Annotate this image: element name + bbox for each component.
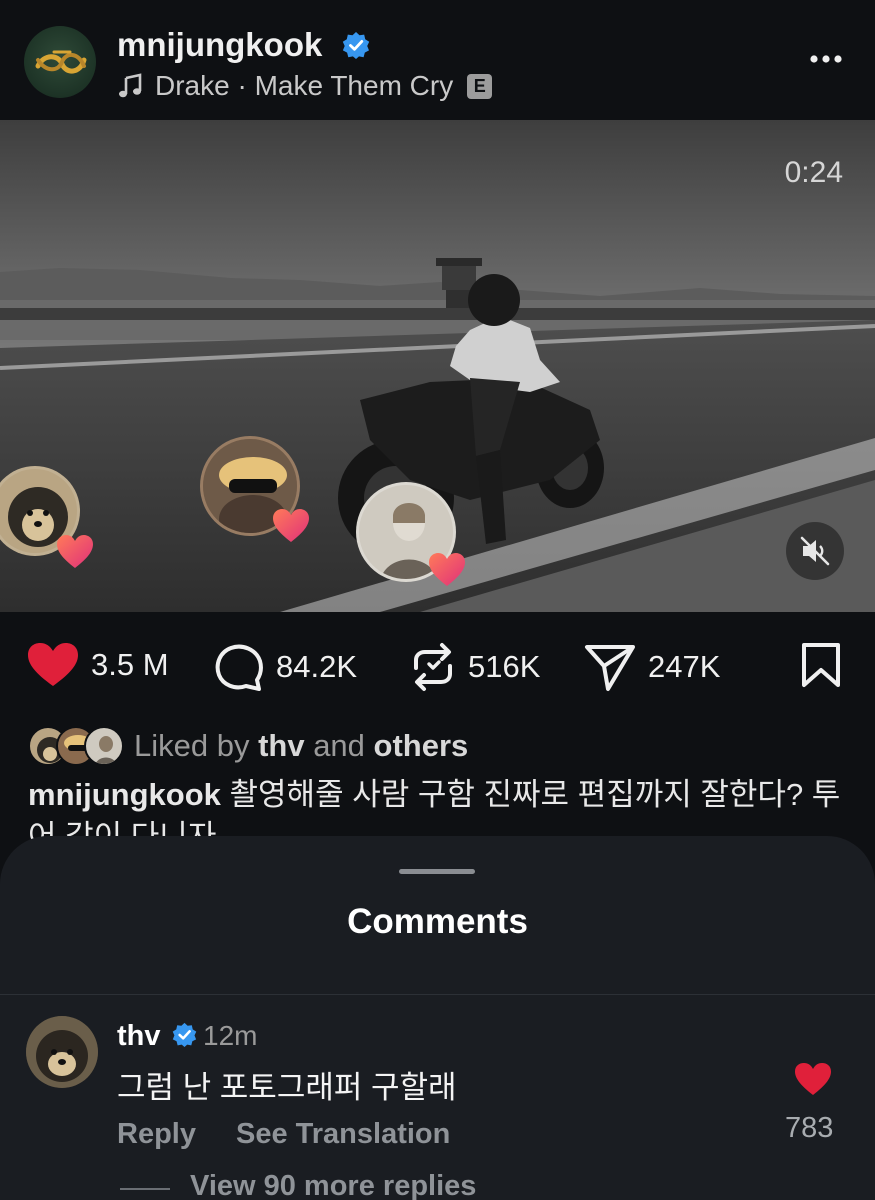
heart-filled-icon	[28, 643, 78, 686]
share-action[interactable]: 247K	[584, 642, 720, 692]
mute-button[interactable]	[786, 522, 844, 580]
verified-badge-icon	[172, 1022, 197, 1047]
bookmark-icon	[802, 643, 840, 687]
share-count: 247K	[648, 649, 721, 684]
comment-timestamp: 12m	[203, 1020, 258, 1051]
liked-by-text: Liked by thv and others	[134, 728, 469, 763]
comment-action[interactable]: 84.2K	[214, 642, 357, 692]
liked-by-others[interactable]: others	[374, 728, 469, 763]
divider	[0, 994, 875, 995]
profile-avatar[interactable]	[24, 26, 96, 98]
comment-count: 84.2K	[276, 649, 358, 684]
music-label: Drake · Make Them Cry	[155, 70, 454, 101]
reaction-heart-icon	[57, 535, 93, 568]
like-action[interactable]: 3.5 M	[27, 642, 169, 688]
comment-like-count: 783	[785, 1112, 834, 1144]
comments-title: Comments	[347, 902, 528, 941]
speaker-muted-icon	[800, 536, 830, 566]
send-icon	[585, 645, 635, 691]
action-bar: 3.5 M 84.2K 516K 247K	[0, 612, 875, 722]
repost-action[interactable]: 516K	[410, 642, 540, 692]
comment-like-heart-icon[interactable]	[794, 1062, 832, 1096]
see-translation-button[interactable]: See Translation	[236, 1118, 450, 1151]
comments-sheet: Comments thv 12m 그럼 난 포토그래퍼 구할래 Reply Se…	[0, 836, 875, 1200]
repost-icon	[414, 643, 452, 691]
liked-by-row[interactable]: Liked by thv and others	[28, 724, 468, 768]
username[interactable]: mnijungkook	[117, 26, 322, 64]
save-action[interactable]	[800, 642, 842, 688]
reply-button[interactable]: Reply	[117, 1118, 196, 1151]
explicit-badge: E	[467, 73, 493, 99]
liked-by-user[interactable]: thv	[258, 728, 305, 763]
post-header: mnijungkook Drake · Make Them Cry E	[0, 0, 875, 120]
verified-badge-icon	[342, 32, 370, 59]
sheet-grabber[interactable]	[399, 869, 475, 874]
comment-username[interactable]: thv	[117, 1020, 161, 1053]
video-timer: 0:24	[784, 156, 843, 189]
more-options-icon[interactable]	[806, 49, 846, 69]
comment-bubble-icon	[215, 644, 263, 691]
video-player[interactable]: 0:24	[0, 120, 875, 612]
view-more-replies-button[interactable]: View 90 more replies	[190, 1170, 476, 1200]
music-row[interactable]: Drake · Make Them Cry E	[117, 70, 493, 102]
comment-avatar[interactable]	[26, 1016, 98, 1088]
comment-text: 그럼 난 포토그래퍼 구할래	[117, 1070, 457, 1105]
reaction-heart-icon	[429, 553, 465, 586]
like-count: 3.5 M	[91, 647, 169, 682]
reaction-heart-icon	[273, 509, 309, 542]
caption-username[interactable]: mnijungkook	[28, 777, 221, 812]
music-note-icon	[119, 73, 142, 98]
replies-line	[120, 1188, 170, 1190]
liker-avatar	[84, 726, 124, 766]
repost-count: 516K	[468, 649, 541, 684]
